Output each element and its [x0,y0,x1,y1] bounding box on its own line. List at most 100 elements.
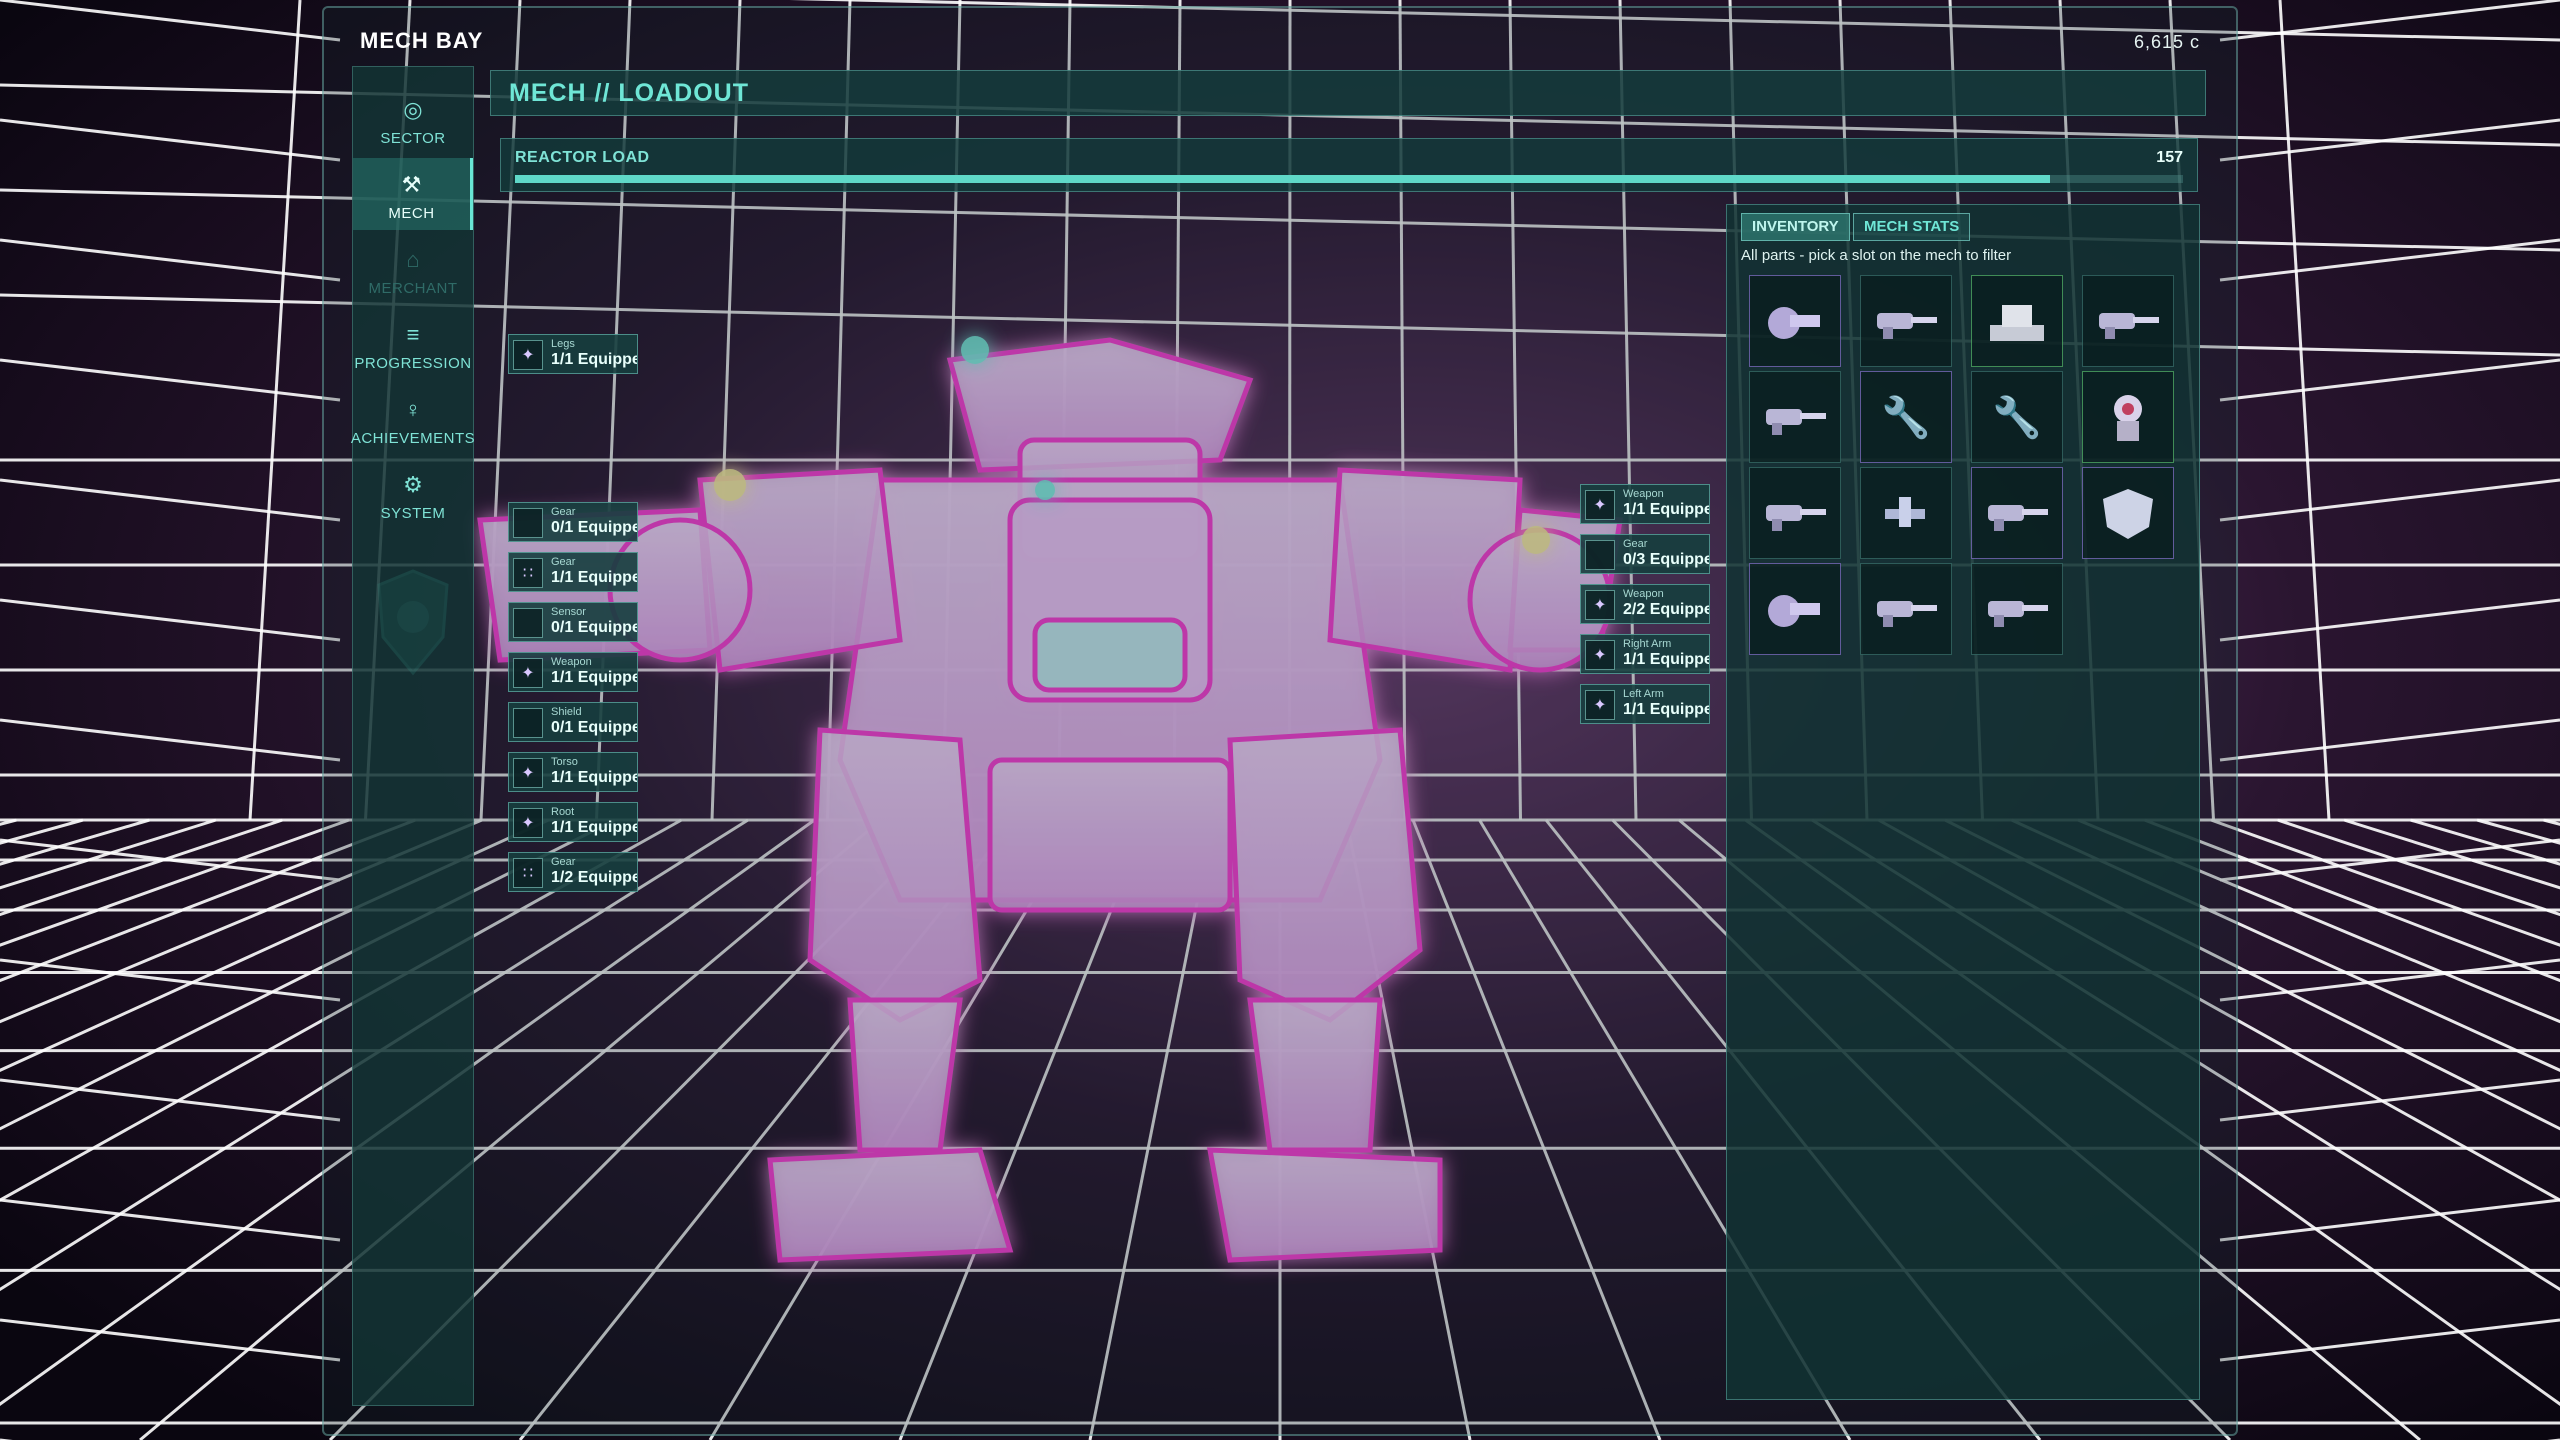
slot-count-label: 1/1 Equipped [551,819,637,836]
reactor-load-fill [515,175,2050,183]
empty-slot-icon [513,708,543,738]
slot-type-label: Weapon [1623,488,1664,500]
slot-type-label: Legs [551,338,575,350]
left-slot-gear[interactable]: ∷ Gear1/1 Equipped [508,552,638,592]
slot-type-label: Sensor [551,606,586,618]
slot-count-label: 1/1 Equipped [551,769,637,786]
side-nav: ◎ SECTOR ⚒ MECH ⌂ MERCHANT ≡ PROGRESSION ♀ ACHIEV… [350,66,476,1406]
left-slot-weapon[interactable]: ✦ Weapon1/1 Equipped [508,652,638,692]
sensor-part-icon [2114,395,2142,441]
slot-count-label: 1/1 Equipped [1623,501,1709,518]
loadout-header: MECH // LOADOUT [490,70,2206,116]
nav-item-progression[interactable]: ≡ PROGRESSION [353,308,473,380]
inventory-hint: All parts - pick a slot on the mech to f… [1741,247,2012,264]
gun-part-icon [1877,313,1937,339]
left-slot-root[interactable]: ✦ Root1/1 Equipped [508,802,638,842]
slot-count-label: 2/2 Equipped [1623,601,1709,618]
tab-mech-stats[interactable]: MECH STATS [1853,213,1971,241]
nav-item-achievements[interactable]: ♀ ACHIEVEMENTS [350,383,476,455]
left-slot-shield[interactable]: Shield0/1 Equipped [508,702,638,742]
bar-chart-icon: ≡ [406,322,420,347]
compass-icon: ◎ [403,97,423,122]
inventory-item[interactable] [2082,467,2174,559]
left-slot-torso[interactable]: ✦ Torso1/1 Equipped [508,752,638,792]
gun-part-icon [1766,409,1826,435]
slot-count-label: 0/1 Equipped [551,619,637,636]
arm-part-icon: ✦ [1585,690,1615,720]
slot-count-label: 1/1 Equipped [551,569,637,586]
inventory-item[interactable]: 🔧 [1860,371,1952,463]
reactor-load-label: REACTOR LOAD [515,149,650,166]
cannon-part-icon [1768,595,1820,627]
inventory-item[interactable] [1860,563,1952,655]
window-title: MECH BAY [360,28,484,53]
trophy-icon: ♀ [404,397,422,422]
wrench-icon: ⚒ [401,172,422,197]
wrench-icon: 🔧 [1992,395,2042,440]
reactor-load-bar: REACTOR LOAD 157 [500,138,2198,192]
drone-part-icon [1885,497,1925,527]
right-slot-left-arm[interactable]: ✦ Left Arm1/1 Equipped [1580,684,1710,724]
nav-item-sector[interactable]: ◎ SECTOR [353,83,473,155]
inventory-item[interactable]: 🔧 [1971,371,2063,463]
slot-type-label: Gear [551,856,576,868]
reactor-load-track [515,175,2183,183]
weapon-part-icon: ✦ [1585,490,1615,520]
slot-type-label: Gear [551,506,576,518]
inventory-item[interactable] [1749,275,1841,367]
slot-count-label: 1/1 Equipped [551,669,637,686]
cannon-part-icon [1768,307,1820,339]
credits-counter: 6,615 c [2133,32,2200,52]
slot-count-label: 1/2 Equipped [551,869,637,886]
slot-count-label: 0/3 Equipped [1623,551,1709,568]
empty-slot-icon [513,608,543,638]
slot-type-label: Weapon [1623,588,1664,600]
inventory-item[interactable] [1971,275,2063,367]
left-slot-gear[interactable]: Gear0/1 Equipped [508,502,638,542]
slot-type-label: Gear [1623,538,1648,550]
nav-item-label: ACHIEVEMENTS [350,430,476,447]
wrench-icon: 🔧 [1881,395,1931,440]
inventory-item[interactable] [1749,467,1841,559]
nav-item-label: PROGRESSION [354,355,472,372]
nav-item-merchant[interactable]: ⌂ MERCHANT [353,233,473,305]
inventory-item[interactable] [1749,371,1841,463]
right-slot-weapon[interactable]: ✦ Weapon2/2 Equipped [1580,584,1710,624]
slot-type-label: Left Arm [1623,688,1664,700]
shield-emblem-icon [377,569,449,676]
inventory-item[interactable] [1971,467,2063,559]
inventory-item[interactable] [2082,275,2174,367]
nav-item-mech[interactable]: ⚒ MECH [353,158,473,230]
slot-count-label: 1/1 Equipped [1623,701,1709,718]
left-slot-legs[interactable]: ✦ Legs1/1 Equipped [508,334,638,374]
turret-base-part-icon [1990,305,2044,341]
gear-part-icon: ∷ [513,858,543,888]
nav-item-system[interactable]: ⚙ SYSTEM [353,458,473,530]
tab-inventory[interactable]: INVENTORY [1741,213,1850,241]
gear-icon: ⚙ [403,472,423,497]
gun-part-icon [1766,505,1826,531]
right-slot-gear[interactable]: Gear0/3 Equipped [1580,534,1710,574]
right-slot-right-arm[interactable]: ✦ Right Arm1/1 Equipped [1580,634,1710,674]
inventory-item[interactable] [2082,371,2174,463]
slot-type-label: Shield [551,706,582,718]
nav-item-label: MECH [388,205,435,222]
inventory-item[interactable] [1860,467,1952,559]
slot-count-label: 0/1 Equipped [551,719,637,736]
nav-item-label: SYSTEM [380,505,446,522]
weapon-part-icon: ✦ [513,658,543,688]
slot-count-label: 1/1 Equipped [551,351,637,368]
gun-part-icon [1877,601,1937,627]
inventory-item[interactable] [1749,563,1841,655]
inventory-item[interactable] [1860,275,1952,367]
inventory-panel: INVENTORY MECH STATS All parts - pick a … [1726,204,2200,1400]
left-slot-sensor[interactable]: Sensor0/1 Equipped [508,602,638,642]
gear-part-icon: ∷ [513,558,543,588]
left-slot-gear[interactable]: ∷ Gear1/2 Equipped [508,852,638,892]
gun-part-icon [1988,505,2048,531]
right-slot-weapon[interactable]: ✦ Weapon1/1 Equipped [1580,484,1710,524]
gun-part-icon [2099,313,2159,339]
cart-icon: ⌂ [406,247,420,272]
empty-slot-icon [1585,540,1615,570]
inventory-item[interactable] [1971,563,2063,655]
